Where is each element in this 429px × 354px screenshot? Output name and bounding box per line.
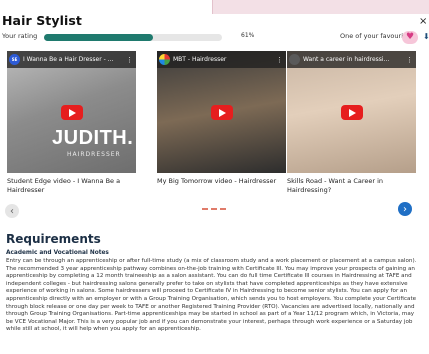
play-icon[interactable] <box>210 105 233 120</box>
video-title: I Wanna Be a Hair Dresser - ... <box>23 56 114 63</box>
requirements-subheading: Academic and Vocational Notes <box>6 250 109 256</box>
close-button[interactable]: × <box>419 16 427 27</box>
rating-row: Your rating 61% One of your favourites ♥… <box>0 31 429 45</box>
video-caption[interactable]: My Big Tomorrow video - Hairdresser <box>157 177 285 186</box>
requirements-body: Entry can be through an apprenticeship o… <box>6 258 417 333</box>
video-card: SE I Wanna Be a Hair Dresser - ... ⋮ JUD… <box>7 51 136 195</box>
favourite-toggle-button[interactable]: ♥ <box>402 31 418 44</box>
video-overlay-name: JUDITH. <box>52 127 134 149</box>
pagination-dot[interactable] <box>220 208 226 210</box>
pagination-dot[interactable] <box>211 208 217 210</box>
page-title: Hair Stylist <box>2 13 83 28</box>
play-icon[interactable] <box>340 105 363 120</box>
video-card: Want a career in hairdressi... ⋮ Skills … <box>287 51 416 195</box>
carousel-next-button[interactable]: › <box>398 202 412 216</box>
video-thumbnail[interactable]: Want a career in hairdressi... ⋮ <box>287 51 416 173</box>
rating-percent: 61% <box>241 32 255 39</box>
pagination-dot[interactable] <box>202 208 208 210</box>
video-title-bar: SE I Wanna Be a Hair Dresser - ... ⋮ <box>7 51 136 68</box>
carousel-prev-button[interactable]: ‹ <box>5 204 19 218</box>
video-card: MBT - Hairdresser ⋮ My Big Tomorrow vide… <box>157 51 286 186</box>
channel-avatar: SE <box>9 54 20 65</box>
video-thumbnail[interactable]: SE I Wanna Be a Hair Dresser - ... ⋮ JUD… <box>7 51 136 173</box>
rating-label: Your rating <box>2 32 38 40</box>
channel-avatar <box>289 54 300 65</box>
carousel-pagination <box>202 208 226 210</box>
video-caption[interactable]: Student Edge video - I Wanna Be a Hairdr… <box>7 177 135 195</box>
video-title-bar: MBT - Hairdresser ⋮ <box>157 51 286 68</box>
video-title: Want a career in hairdressi... <box>303 56 390 63</box>
video-thumbnail[interactable]: MBT - Hairdresser ⋮ <box>157 51 286 173</box>
share-icon[interactable]: ⬇ <box>423 32 429 41</box>
video-carousel: SE I Wanna Be a Hair Dresser - ... ⋮ JUD… <box>0 51 429 211</box>
video-title-bar: Want a career in hairdressi... ⋮ <box>287 51 416 68</box>
more-options-icon[interactable]: ⋮ <box>406 56 413 64</box>
play-icon[interactable] <box>60 105 83 120</box>
video-caption[interactable]: Skills Road - Want a Career in Hairdress… <box>287 177 415 195</box>
video-title: MBT - Hairdresser <box>173 56 227 63</box>
requirements-heading: Requirements <box>6 232 101 246</box>
channel-avatar <box>159 54 170 65</box>
more-options-icon[interactable]: ⋮ <box>276 56 283 64</box>
rating-progress-fill <box>44 34 153 41</box>
video-overlay-subtitle: HAIRDRESSER <box>67 151 121 158</box>
more-options-icon[interactable]: ⋮ <box>126 56 133 64</box>
heart-icon: ♥ <box>405 32 415 42</box>
rating-progress-bar <box>44 34 222 41</box>
